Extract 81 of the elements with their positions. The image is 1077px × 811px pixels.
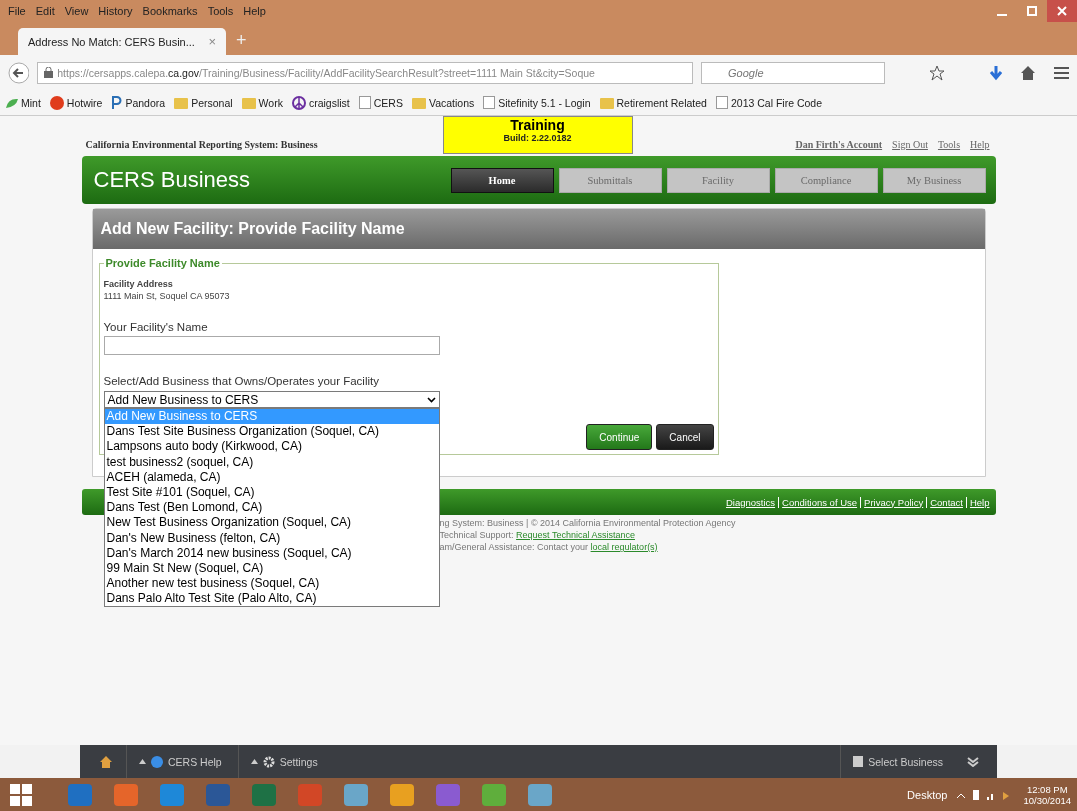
folder-icon <box>599 96 614 109</box>
close-button[interactable] <box>1047 0 1077 22</box>
collapse-icon[interactable] <box>967 756 979 767</box>
caret-up-icon <box>250 759 258 764</box>
menu-item[interactable]: History <box>94 5 137 17</box>
leaf-icon <box>6 97 18 108</box>
panel-title: Add New Facility: Provide Facility Name <box>92 209 985 249</box>
peace-icon <box>291 95 306 110</box>
menu-icon[interactable] <box>1053 65 1069 80</box>
menu-item[interactable]: Help <box>239 5 270 17</box>
restore-icon <box>1027 6 1037 16</box>
page-icon <box>715 96 728 109</box>
back-icon[interactable] <box>8 61 30 84</box>
minimize-icon <box>997 14 1007 16</box>
field-label: Select/Add Business that Owns/Operates your Facility <box>103 375 380 387</box>
page-icon <box>358 96 371 109</box>
menu-item[interactable]: Tools <box>203 5 238 17</box>
settings-icon <box>262 755 275 768</box>
windows-start-icon[interactable] <box>10 783 32 806</box>
help-icon <box>151 755 163 768</box>
search-field[interactable]: Google <box>701 61 886 84</box>
bookmark-item[interactable]: Hotwire <box>49 95 103 110</box>
system-title: California Environmental Reporting System: Business <box>85 139 319 150</box>
bookmark-item[interactable]: Vacations <box>411 96 475 109</box>
bookmark-item[interactable]: Sitefinity 5.1 - Login <box>483 96 591 109</box>
folder-icon <box>241 96 256 109</box>
business-dropdown[interactable]: Add New Business to CERS <box>103 391 440 408</box>
footer-link[interactable]: Conditions of Use <box>778 496 858 508</box>
bookmark-item[interactable]: Work <box>241 96 283 109</box>
home-icon[interactable] <box>1020 64 1036 81</box>
footer-link[interactable]: Help <box>965 496 990 508</box>
browser-tab[interactable]: Address No Match: CERS Busin... × <box>18 28 226 55</box>
footer-text: Technical Support: Request Technical Assistance <box>439 529 636 541</box>
footer-text: am/General Assistance: Contact your local regulator(s) <box>439 541 659 553</box>
bookmark-item[interactable]: craigslist <box>291 95 350 110</box>
address-bar[interactable]: https://cersapps.calepa.ca.gov/Training/Business/Facility/AddFacilitySearchResult?street=1111 Main St&city=Soque <box>37 61 694 84</box>
cancel-button[interactable]: Cancel <box>656 424 714 450</box>
menu-item[interactable]: Bookmarks <box>138 5 202 17</box>
download-icon[interactable] <box>988 64 1003 81</box>
page-icon <box>483 96 496 109</box>
lock-icon <box>44 67 54 78</box>
footer-text: ng System: Business | © 2014 California Environmental Protection Agency <box>439 517 737 529</box>
header-link[interactable]: Help <box>970 139 990 150</box>
clock-date: 10/30/2014 <box>1023 794 1071 806</box>
chevron-down-icon <box>426 396 436 403</box>
fieldset-legend: Provide Facility Name <box>103 257 222 269</box>
header-link[interactable]: Dan Firth's Account <box>795 139 883 150</box>
menu-item[interactable]: Edit <box>31 5 59 17</box>
footer-link[interactable]: Request Technical Assistance <box>516 530 635 540</box>
bookmark-item[interactable]: Personal <box>174 96 233 109</box>
menu-item[interactable]: File <box>4 5 30 17</box>
header-link[interactable]: Tools <box>937 139 961 150</box>
url-text: https://cersapps.calepa.ca.gov/Training/Business/Facility/AddFacilitySearchResult?street=1111 Main St&city=Soque <box>57 66 595 79</box>
folder-icon <box>174 96 189 109</box>
field-label: Facility Address <box>103 279 174 289</box>
close-icon <box>1057 6 1067 16</box>
menu-item[interactable]: View <box>60 5 93 17</box>
footer-link[interactable]: Contact <box>926 496 963 508</box>
address-text: 1111 Main St, Soquel CA 95073 <box>103 291 231 301</box>
app-title: CERS Business <box>93 167 251 193</box>
desktop-toolbar-label[interactable]: Desktop <box>907 788 948 801</box>
clock-time: 12:08 PM <box>1026 783 1068 795</box>
caret-up-icon <box>139 759 146 764</box>
field-label: Your Facility's Name <box>103 321 209 333</box>
facility-name-field[interactable] <box>103 336 440 355</box>
footer-link[interactable]: Privacy Policy <box>860 496 924 508</box>
nav-tab[interactable]: Home <box>450 167 554 193</box>
letter-icon <box>111 96 123 109</box>
header-link[interactable]: Sign Out <box>892 139 928 150</box>
folder-icon <box>411 96 426 109</box>
footer-link[interactable]: Diagnostics <box>723 496 776 508</box>
bookmark-item[interactable]: CERS <box>358 96 403 109</box>
bookmark-item[interactable]: Mint <box>6 96 41 109</box>
footer-link[interactable]: local regulator(s) <box>590 542 658 552</box>
bookmark-star-icon[interactable] <box>929 64 945 81</box>
bookmark-item[interactable]: Retirement Related <box>599 96 707 109</box>
training-banner: Training Build: 2.22.0182 <box>442 116 633 154</box>
continue-button[interactable]: Continue <box>586 424 653 450</box>
bookmark-item[interactable]: 2013 Cal Fire Code <box>715 96 823 109</box>
home-icon[interactable] <box>100 755 112 768</box>
bookmark-item[interactable]: Pandora <box>111 96 166 109</box>
